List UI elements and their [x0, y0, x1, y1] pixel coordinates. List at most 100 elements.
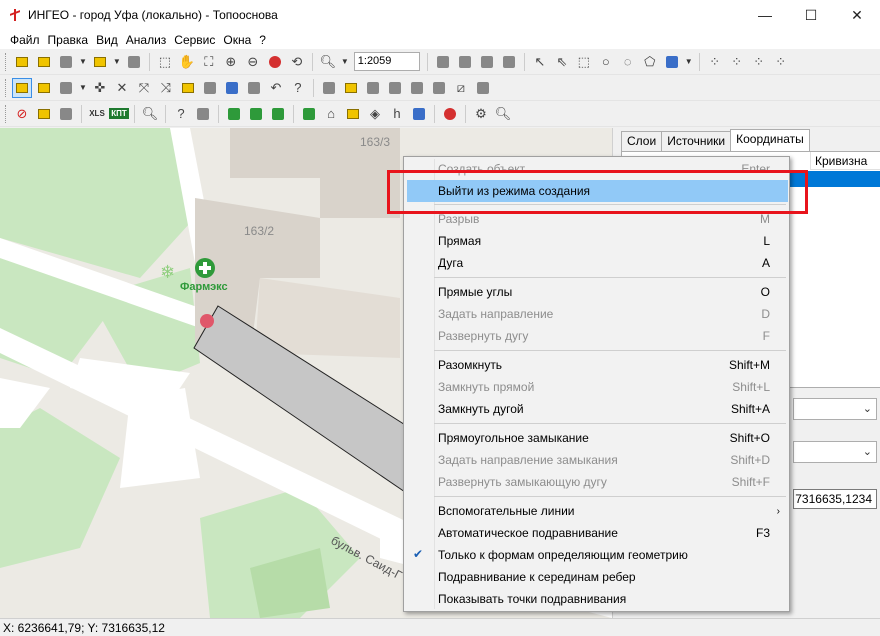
coordinate-input[interactable]: 7316635,1234: [793, 489, 877, 509]
toolbar-grip[interactable]: [5, 78, 8, 97]
menu-item-close-line[interactable]: Замкнуть прямой Shift+L: [407, 376, 788, 398]
tool-icon-a[interactable]: [319, 78, 339, 98]
edit-object-icon[interactable]: [34, 78, 54, 98]
dropdown-2[interactable]: ⌄: [793, 441, 877, 463]
grid-icon-4[interactable]: ⁘: [771, 52, 791, 72]
scale-input[interactable]: 1:2059: [353, 52, 420, 71]
table-icon[interactable]: [222, 78, 242, 98]
menu-windows[interactable]: Окна: [219, 33, 255, 47]
zoom-in-icon[interactable]: ⊕: [221, 52, 241, 72]
minimize-button[interactable]: —: [742, 0, 788, 30]
style-icon[interactable]: [662, 52, 682, 72]
report-icon[interactable]: [193, 104, 213, 124]
delete-node-icon[interactable]: ✕: [112, 78, 132, 98]
tool-icon-b[interactable]: [341, 78, 361, 98]
move-node-icon[interactable]: ✜: [90, 78, 110, 98]
xls-export-icon[interactable]: XLS: [87, 104, 107, 124]
chevron-down-icon[interactable]: ▼: [685, 57, 693, 66]
object-tools-icon[interactable]: [56, 78, 76, 98]
search-doc-icon[interactable]: [90, 52, 110, 72]
slash-icon[interactable]: ⧄: [451, 78, 471, 98]
tab-sources[interactable]: Источники: [661, 131, 732, 151]
menu-item-arc[interactable]: Дуга A: [407, 252, 788, 274]
menu-item-line[interactable]: Прямая L: [407, 230, 788, 252]
print-icon[interactable]: [124, 52, 144, 72]
zoom-extent-icon[interactable]: [265, 52, 285, 72]
menu-analysis[interactable]: Анализ: [122, 33, 171, 47]
layers-icon[interactable]: [56, 52, 76, 72]
zoom-rect-icon[interactable]: ⛶: [199, 52, 219, 72]
join-icon[interactable]: ⤨: [156, 78, 176, 98]
select-area-icon[interactable]: ⬚: [574, 52, 594, 72]
open-project-icon[interactable]: [34, 52, 54, 72]
doc-icon-2[interactable]: [455, 52, 475, 72]
pan-hand-icon[interactable]: ✋: [177, 52, 197, 72]
tool-icon-f[interactable]: [429, 78, 449, 98]
directions-icon[interactable]: [343, 104, 363, 124]
menu-item-close-direction[interactable]: Задать направление замыкания Shift+D: [407, 449, 788, 471]
tab-layers[interactable]: Слои: [621, 131, 663, 151]
column-header-curvature[interactable]: Кривизна: [810, 152, 880, 170]
chevron-down-icon[interactable]: ▼: [79, 57, 87, 66]
flag-icon-3[interactable]: [268, 104, 288, 124]
properties-icon[interactable]: [244, 78, 264, 98]
grid-icon-3[interactable]: ⁘: [749, 52, 769, 72]
menu-item-snap-geometry-only[interactable]: ✔ Только к формам определяющим геометрию: [407, 544, 788, 566]
close-button[interactable]: ✕: [834, 0, 880, 30]
globe-icon[interactable]: [299, 104, 319, 124]
menu-item-auto-snap[interactable]: Автоматическое подравнивание F3: [407, 522, 788, 544]
diamond-icon[interactable]: ◈: [365, 104, 385, 124]
pointer-select-icon[interactable]: ⇖: [552, 52, 572, 72]
doc-icon-3[interactable]: [477, 52, 497, 72]
chevron-down-icon[interactable]: ▼: [341, 57, 349, 66]
chevron-down-icon[interactable]: ▼: [113, 57, 121, 66]
tool-icon-d[interactable]: [385, 78, 405, 98]
dropdown-1[interactable]: ⌄: [793, 398, 877, 420]
home-icon[interactable]: ⌂: [321, 104, 341, 124]
select-circle-icon[interactable]: ◌: [618, 52, 638, 72]
menu-view[interactable]: Вид: [92, 33, 122, 47]
menu-item-flip-close-arc[interactable]: Развернуть замыкающую дугу Shift+F: [407, 471, 788, 493]
menu-item-open[interactable]: Разомкнуть Shift+M: [407, 354, 788, 376]
toolbar-grip[interactable]: [5, 52, 8, 71]
menu-item-helper-lines[interactable]: Вспомогательные линии ›: [407, 500, 788, 522]
doc-icon-4[interactable]: [499, 52, 519, 72]
pointer-icon[interactable]: ↖: [530, 52, 550, 72]
split-icon[interactable]: ⤧: [134, 78, 154, 98]
height-icon[interactable]: h: [387, 104, 407, 124]
menu-item-rect-close[interactable]: Прямоугольное замыкание Shift+O: [407, 427, 788, 449]
menu-item-show-snap-points[interactable]: Показывать точки подравнивания: [407, 588, 788, 610]
table-tool-icon[interactable]: [56, 104, 76, 124]
zoom-out-icon[interactable]: ⊖: [243, 52, 263, 72]
add-icon[interactable]: [440, 104, 460, 124]
select-tool-icon[interactable]: ⬚: [155, 52, 175, 72]
kpt-import-icon[interactable]: КПТ: [109, 104, 129, 124]
menu-help[interactable]: ?: [255, 33, 270, 47]
doc-icon-1[interactable]: [433, 52, 453, 72]
menu-item-snap-midpoints[interactable]: Подравнивание к серединам ребер: [407, 566, 788, 588]
edit-table-icon[interactable]: [34, 104, 54, 124]
zoom-previous-icon[interactable]: ⟲: [287, 52, 307, 72]
find-icon[interactable]: 🔍︎: [140, 104, 160, 124]
no-entry-icon[interactable]: ⊘: [12, 104, 32, 124]
undo-icon[interactable]: ↶: [266, 78, 286, 98]
tab-coordinates[interactable]: Координаты: [730, 129, 810, 151]
help-icon[interactable]: [409, 104, 429, 124]
tool-icon-e[interactable]: [407, 78, 427, 98]
zoom-tool-icon[interactable]: 🔍︎: [318, 52, 338, 72]
detach-icon[interactable]: [200, 78, 220, 98]
open-folder-icon[interactable]: [12, 52, 32, 72]
toolbar-grip[interactable]: [5, 104, 8, 123]
menu-item-close-arc[interactable]: Замкнуть дугой Shift+A: [407, 398, 788, 420]
select-lasso-icon[interactable]: ○: [596, 52, 616, 72]
query-icon[interactable]: ?: [171, 104, 191, 124]
flag-icon-2[interactable]: [246, 104, 266, 124]
grid-icon-1[interactable]: ⁘: [705, 52, 725, 72]
settings-icon[interactable]: ⚙: [471, 104, 491, 124]
menu-item-flip-arc[interactable]: Развернуть дугу F: [407, 325, 788, 347]
inspect-icon[interactable]: 🔍︎: [493, 104, 513, 124]
menu-item-set-direction[interactable]: Задать направление D: [407, 303, 788, 325]
tool-icon-c[interactable]: [363, 78, 383, 98]
menu-service[interactable]: Сервис: [170, 33, 219, 47]
menu-edit[interactable]: Правка: [44, 33, 93, 47]
